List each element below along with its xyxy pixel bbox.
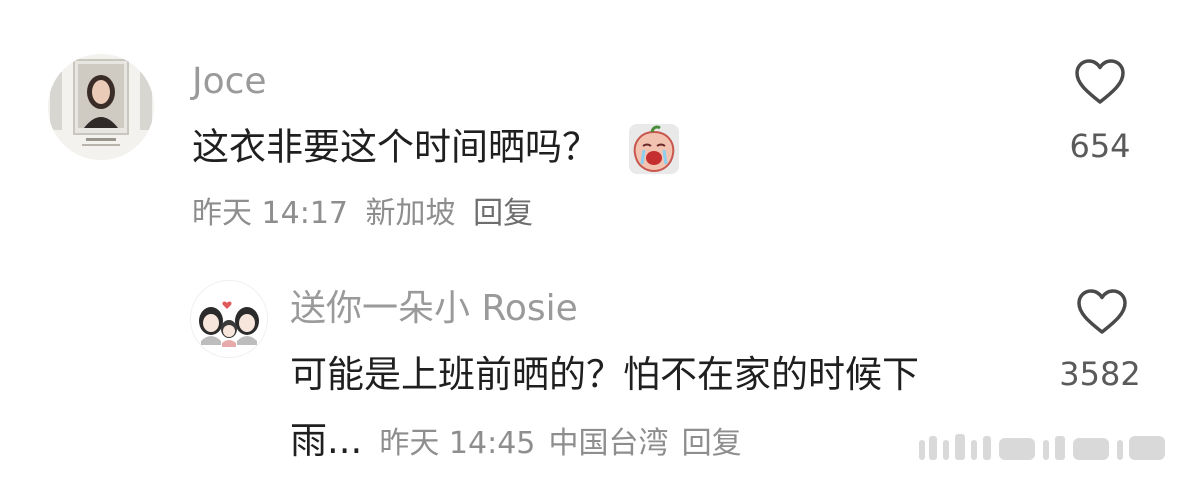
comment-time: 昨天 14:17 — [192, 196, 348, 231]
comment-author[interactable]: Joce — [192, 60, 267, 104]
reply-button[interactable]: 回复 — [473, 196, 533, 231]
comment-author[interactable]: 送你一朵小 Rosie — [290, 287, 578, 331]
avatar-image — [48, 54, 154, 160]
comment-location: 新加坡 — [365, 196, 456, 231]
heart-outline-icon[interactable] — [1074, 58, 1126, 106]
comment-text-line2: 雨... — [290, 419, 363, 462]
like-count: 654 — [1069, 127, 1131, 165]
like-button[interactable] — [1076, 288, 1128, 340]
comment-meta: 昨天 14:17 新加坡 回复 — [192, 196, 533, 232]
comment-text: 这衣非要这个时间晒吗？ — [192, 124, 679, 174]
comment-time: 昨天 14:45 — [379, 426, 536, 461]
heart-outline-icon[interactable] — [1076, 288, 1128, 336]
comment-text-line1: 可能是上班前晒的？怕不在家的时候下 — [290, 353, 919, 396]
avatar[interactable] — [190, 280, 268, 358]
crying-peach-emoji — [628, 124, 679, 174]
comment-text-content: 这衣非要这个时间晒吗？ — [192, 125, 599, 169]
comment-location: 中国台湾 — [548, 426, 669, 461]
avatar[interactable] — [48, 54, 154, 160]
watermark — [919, 430, 1169, 466]
reply-button[interactable]: 回复 — [682, 426, 742, 461]
avatar-image — [191, 281, 267, 357]
comment-text-line2-row: 雨... 昨天 14:45 中国台湾 回复 — [290, 418, 742, 464]
like-button[interactable] — [1074, 58, 1126, 110]
like-count: 3582 — [1059, 355, 1141, 393]
